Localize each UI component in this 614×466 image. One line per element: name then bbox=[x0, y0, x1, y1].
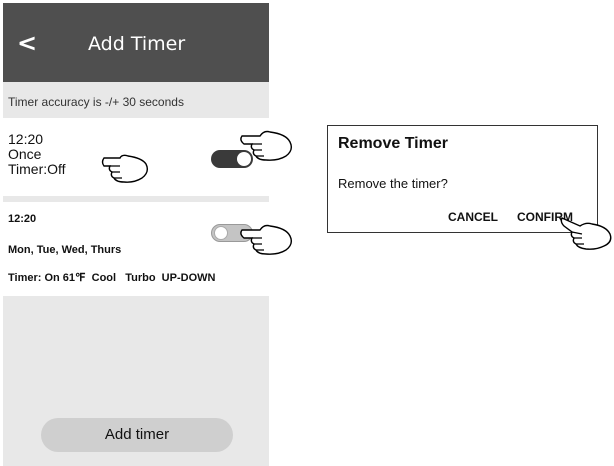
timer-repeat: Mon, Tue, Wed, Thurs bbox=[8, 244, 122, 256]
cancel-button[interactable]: CANCEL bbox=[448, 210, 498, 224]
phone-screen: < Add Timer Timer accuracy is -/+ 30 sec… bbox=[3, 3, 269, 466]
page-title: Add Timer bbox=[88, 33, 186, 55]
app-header: < Add Timer bbox=[3, 3, 269, 82]
toggle-knob bbox=[214, 226, 228, 240]
remove-timer-dialog: Remove Timer Remove the timer? CANCEL CO… bbox=[327, 125, 598, 233]
pointing-hand-icon bbox=[240, 130, 293, 161]
timer-status: Timer:Off bbox=[8, 161, 66, 177]
pointing-hand-icon bbox=[101, 154, 149, 183]
add-timer-button[interactable]: Add timer bbox=[41, 418, 233, 452]
pointing-hand-icon bbox=[560, 217, 612, 250]
dialog-message: Remove the timer? bbox=[338, 176, 448, 191]
accuracy-note: Timer accuracy is -/+ 30 seconds bbox=[8, 95, 184, 109]
timer-time: 12:20 bbox=[8, 131, 44, 147]
timer-status: Timer: On 61℉ Cool Turbo UP-DOWN bbox=[8, 272, 216, 284]
timer-time: 12:20 bbox=[8, 213, 37, 225]
timer-item-2[interactable]: 12:20 Mon, Tue, Wed, Thurs Timer: On 61℉… bbox=[3, 202, 269, 296]
back-arrow-icon[interactable]: < bbox=[17, 30, 37, 56]
pointing-hand-icon bbox=[240, 224, 293, 255]
dialog-title: Remove Timer bbox=[338, 135, 448, 152]
timer-repeat: Once bbox=[8, 146, 42, 162]
